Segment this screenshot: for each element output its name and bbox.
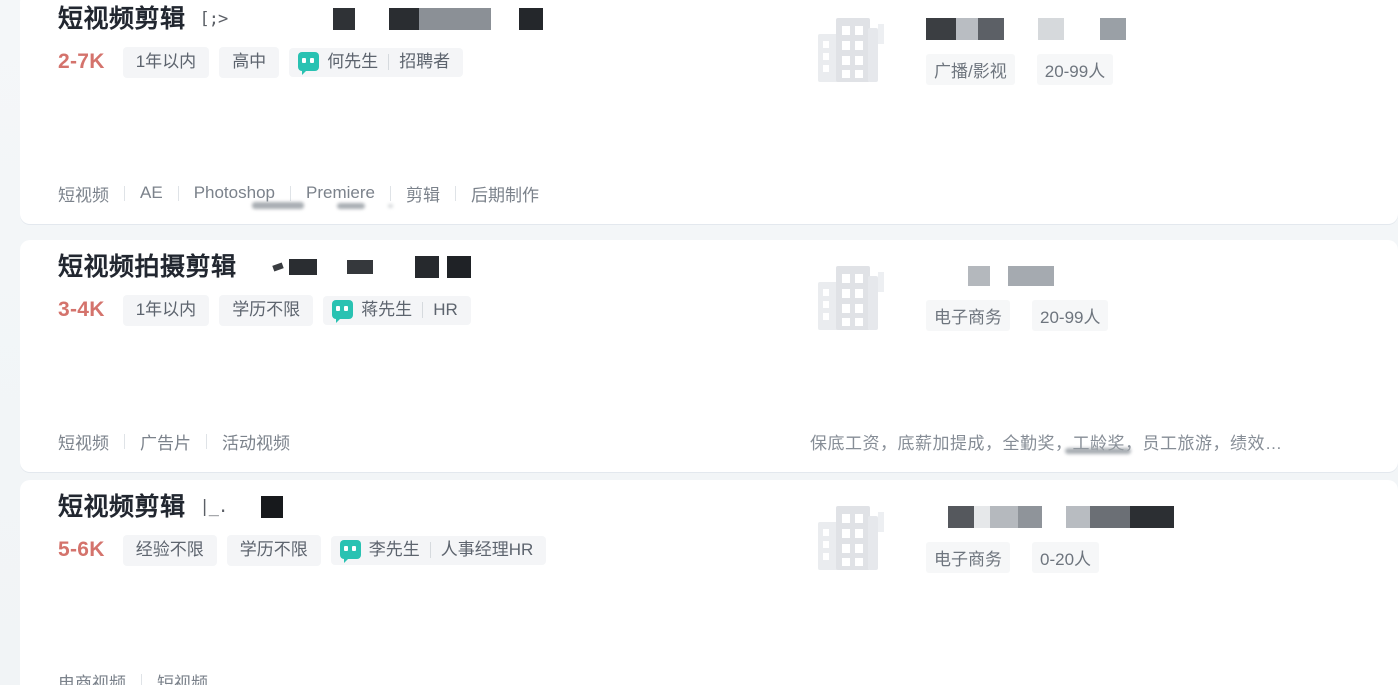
job-card[interactable]: 短视频拍摄剪辑 3-4K 1年以内 学历不限 蒋先生 HR 电子商务 20-99… <box>20 240 1398 472</box>
company-industry: 电子商务 <box>926 542 1010 573</box>
recruiter-role: 招聘者 <box>399 51 451 71</box>
company-size: 20-99人 <box>1036 54 1114 85</box>
job-title[interactable]: 短视频剪辑 <box>58 4 186 34</box>
recruiter-name: 蒋先生 <box>361 299 413 319</box>
job-meta-row: 3-4K 1年以内 学历不限 蒋先生 HR <box>58 294 1398 326</box>
experience-pill: 1年以内 <box>122 294 210 326</box>
tag[interactable]: 剪辑 <box>406 181 440 206</box>
salary: 3-4K <box>58 298 105 321</box>
tag[interactable]: 广告片 <box>140 429 191 454</box>
company-size: 20-99人 <box>1032 300 1109 331</box>
recruiter-name: 何先生 <box>327 51 379 71</box>
tag[interactable]: 短视频 <box>58 181 109 206</box>
salary: 2-7K <box>58 50 105 73</box>
job-title[interactable]: 短视频拍摄剪辑 <box>58 252 237 282</box>
title-glyph: |_. <box>199 497 229 517</box>
recruiter-pill[interactable]: 李先生 人事经理HR <box>330 535 547 565</box>
recruiter-name: 李先生 <box>368 539 420 559</box>
education-pill: 高中 <box>219 46 280 78</box>
blur-artifact <box>337 203 365 209</box>
job-card[interactable]: 短视频剪辑 |_. 5-6K 经验不限 学历不限 李先生 人事经理HR 电子商务… <box>20 480 1398 685</box>
company-block[interactable]: 电子商务 0-20人 <box>810 496 1174 582</box>
job-meta-row: 2-7K 1年以内 高中 何先生 招聘者 <box>58 46 1398 78</box>
divider <box>429 541 431 558</box>
tag[interactable]: 活动视频 <box>222 429 290 454</box>
redacted-company-name <box>926 506 1174 528</box>
experience-pill: 经验不限 <box>122 534 217 566</box>
blur-artifact <box>252 202 304 209</box>
tag[interactable]: 短视频 <box>157 669 208 685</box>
job-tags-row: 短视频 AE Photoshop Premiere 剪辑 后期制作 <box>58 162 1398 224</box>
tag[interactable]: Photoshop <box>194 183 275 203</box>
skill-tags: 短视频 广告片 活动视频 <box>58 429 290 454</box>
benefits-text: 保底工资，底薪加提成，全勤奖，工龄奖，员工旅游，绩效… <box>810 433 1283 453</box>
job-main-row: 短视频剪辑 [;> 2-7K 1年以内 高中 何先生 招聘者 <box>58 0 1398 100</box>
redacted-company-name <box>926 266 1108 286</box>
redacted-location <box>245 496 284 518</box>
chat-bubble-icon[interactable] <box>339 540 361 563</box>
tag[interactable]: AE <box>140 183 163 203</box>
job-title[interactable]: 短视频剪辑 <box>58 492 186 522</box>
redacted-location <box>245 8 544 30</box>
job-title-row: 短视频拍摄剪辑 <box>58 240 1398 284</box>
recruiter-role: HR <box>433 299 458 319</box>
job-title-row: 短视频剪辑 |_. <box>58 480 1398 524</box>
company-block[interactable]: 电子商务 20-99人 <box>810 256 1109 342</box>
tag[interactable]: 电商视频 <box>58 669 126 685</box>
blur-artifact <box>388 204 393 208</box>
recruiter-role: 人事经理HR <box>440 539 534 559</box>
blur-artifact <box>1065 448 1131 454</box>
company-block[interactable]: 广播/影视 20-99人 <box>810 8 1126 94</box>
recruiter-pill[interactable]: 蒋先生 HR <box>323 295 471 325</box>
company-industry: 电子商务 <box>926 300 1010 331</box>
job-main-row: 短视频拍摄剪辑 3-4K 1年以内 学历不限 蒋先生 HR <box>58 240 1398 348</box>
chat-bubble-icon[interactable] <box>298 52 320 75</box>
recruiter-pill[interactable]: 何先生 招聘者 <box>289 47 464 77</box>
job-title-row: 短视频剪辑 [;> <box>58 0 1398 36</box>
redacted-location <box>255 256 471 278</box>
education-pill: 学历不限 <box>219 294 314 326</box>
tag[interactable]: 后期制作 <box>471 181 539 206</box>
title-glyph: [;> <box>199 9 229 29</box>
job-meta-row: 5-6K 经验不限 学历不限 李先生 人事经理HR <box>58 534 1398 566</box>
company-industry: 广播/影视 <box>926 54 1015 85</box>
salary: 5-6K <box>58 538 105 561</box>
tag[interactable]: Premiere <box>306 183 375 203</box>
job-main-row: 短视频剪辑 |_. 5-6K 经验不限 学历不限 李先生 人事经理HR <box>58 480 1398 588</box>
company-building-icon <box>810 496 896 582</box>
company-building-icon <box>810 256 896 342</box>
job-card[interactable]: 短视频剪辑 [;> 2-7K 1年以内 高中 何先生 招聘者 广播/影视 20-… <box>20 0 1398 224</box>
company-building-icon <box>810 8 896 94</box>
company-size: 0-20人 <box>1032 542 1100 573</box>
skill-tags: 电商视频 短视频 <box>58 669 208 685</box>
experience-pill: 1年以内 <box>122 46 210 78</box>
job-tags-row: 短视频 广告片 活动视频 保底工资，底薪加提成，全勤奖，工龄奖，员工旅游，绩效… <box>58 410 1398 472</box>
tag[interactable]: 短视频 <box>58 429 109 454</box>
job-tags-row: 电商视频 短视频 <box>58 650 1398 685</box>
divider <box>422 301 424 318</box>
chat-bubble-icon[interactable] <box>332 300 354 323</box>
education-pill: 学历不限 <box>226 534 321 566</box>
redacted-company-name <box>926 18 1126 40</box>
divider <box>388 53 390 70</box>
job-listing-page: 短视频剪辑 [;> 2-7K 1年以内 高中 何先生 招聘者 广播/影视 20-… <box>0 0 1398 685</box>
